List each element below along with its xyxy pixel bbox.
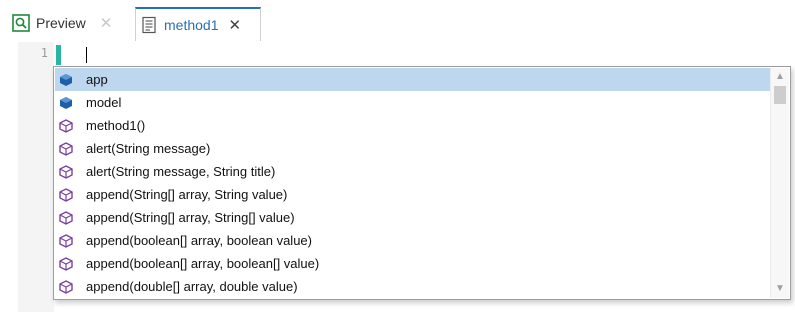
completion-item[interactable]: append(String[] array, String[] value) (55, 206, 771, 229)
preview-icon (12, 14, 30, 32)
completion-item[interactable]: append(boolean[] array, boolean value) (55, 229, 771, 252)
method-file-icon (140, 16, 158, 34)
completion-item[interactable]: append(boolean[] array, boolean[] value) (55, 252, 771, 275)
change-marker (56, 45, 61, 65)
code-editor[interactable]: 1 app model method1() alert(String message)… (0, 42, 795, 318)
method-icon (58, 210, 74, 226)
tab-method1-close-icon[interactable]: ✕ (228, 16, 241, 34)
line-gutter (18, 42, 54, 312)
completion-item[interactable]: model (55, 91, 771, 114)
completion-item-label: append(boolean[] array, boolean value) (86, 233, 312, 248)
completion-item-label: model (86, 95, 122, 110)
tab-preview-label: Preview (36, 15, 86, 31)
field-icon (58, 72, 74, 88)
method-icon (58, 141, 74, 157)
completion-item[interactable]: alert(String message, String title) (55, 160, 771, 183)
scroll-thumb[interactable] (774, 86, 786, 104)
text-caret (86, 47, 87, 63)
completion-popup: app model method1() alert(String message) al… (53, 66, 791, 300)
completion-item-label: alert(String message) (86, 141, 211, 156)
method-icon (58, 164, 74, 180)
method-icon (58, 256, 74, 272)
line-number: 1 (40, 46, 48, 60)
completion-scrollbar[interactable]: ▲ ▼ (770, 68, 789, 298)
tab-method1-label: method1 (164, 17, 219, 33)
completion-item[interactable]: append(double[] array, double value) (55, 275, 771, 298)
completion-item[interactable]: app (55, 68, 771, 91)
completion-item[interactable]: alert(String message) (55, 137, 771, 160)
tab-method1[interactable]: method1 ✕ (135, 7, 261, 41)
scroll-up-icon[interactable]: ▲ (771, 69, 789, 85)
completion-item-label: alert(String message, String title) (86, 164, 276, 179)
method-icon (58, 187, 74, 203)
completion-item-label: app (86, 72, 108, 87)
editor-window: Preview ✕ method1 ✕ 1 app model method1(… (0, 0, 795, 318)
method-icon (58, 279, 74, 295)
completion-item[interactable]: method1() (55, 114, 771, 137)
scroll-down-icon[interactable]: ▼ (771, 281, 789, 297)
completion-item-label: append(String[] array, String value) (86, 187, 288, 202)
completion-item-label: append(double[] array, double value) (86, 279, 298, 294)
tab-preview[interactable]: Preview ✕ (8, 8, 125, 38)
method-icon (58, 233, 74, 249)
completion-item-label: append(boolean[] array, boolean[] value) (86, 256, 320, 271)
method-icon (58, 118, 74, 134)
tab-bar: Preview ✕ method1 ✕ (0, 0, 795, 43)
completion-item-label: append(String[] array, String[] value) (86, 210, 295, 225)
completion-item-label: method1() (86, 118, 146, 133)
field-icon (58, 95, 74, 111)
tab-preview-close-icon[interactable]: ✕ (100, 14, 113, 32)
completion-item[interactable]: append(String[] array, String value) (55, 183, 771, 206)
